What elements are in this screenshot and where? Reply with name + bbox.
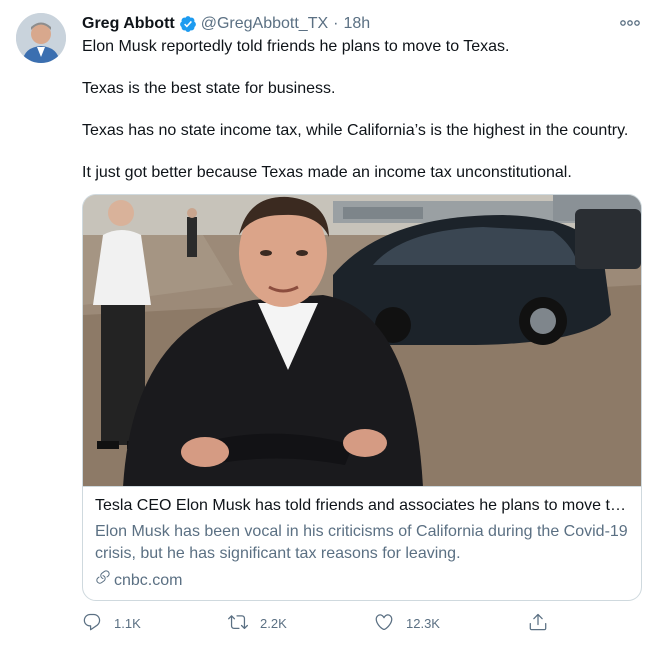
retweet-count: 2.2K [260,615,287,631]
tweet-paragraph: Elon Musk reportedly told friends he pla… [82,38,510,55]
author-name[interactable]: Greg Abbott [82,15,175,33]
tweet-time[interactable]: 18h [343,15,370,33]
reply-count: 1.1K [114,615,141,631]
like-icon[interactable] [374,612,394,635]
action-bar: 1.1K 2.2K 12.3K [82,611,552,635]
card-domain-row: cnbc.com [95,569,631,592]
tweet-paragraph: It just got better because Texas made an… [82,164,572,181]
card-description: Elon Musk has been vocal in his criticis… [95,523,628,562]
avatar[interactable] [16,13,66,63]
card-domain[interactable]: cnbc.com [114,570,182,592]
like-count: 12.3K [406,615,440,631]
card-title[interactable]: Tesla CEO Elon Musk has told friends and… [95,495,631,517]
tweet-text: Elon Musk reportedly told friends he pla… [82,36,648,204]
share-icon[interactable] [528,612,548,635]
card-image[interactable] [83,195,641,487]
separator-dot: · [333,15,339,32]
tweet-paragraph: Texas is the best state for business. [82,80,336,97]
retweet-icon[interactable] [228,612,248,635]
link-icon [95,569,114,592]
tweet[interactable]: Greg Abbott @GregAbbott_TX · 18h Elon Mu… [0,0,652,646]
tweet-header: Greg Abbott @GregAbbott_TX · 18h [82,13,612,35]
link-card[interactable]: Tesla CEO Elon Musk has told friends and… [82,194,642,601]
verified-badge-icon [179,15,197,33]
more-icon[interactable] [618,14,642,32]
share-button[interactable] [528,611,548,635]
reply-icon[interactable] [82,612,102,635]
tweet-paragraph: Texas has no state income tax, while Cal… [82,122,629,139]
retweet-button[interactable]: 2.2K [228,611,287,635]
reply-button[interactable]: 1.1K [82,611,141,635]
card-text: Tesla CEO Elon Musk has told friends and… [95,495,631,592]
like-button[interactable]: 12.3K [374,611,440,635]
author-handle[interactable]: @GregAbbott_TX [201,15,328,33]
